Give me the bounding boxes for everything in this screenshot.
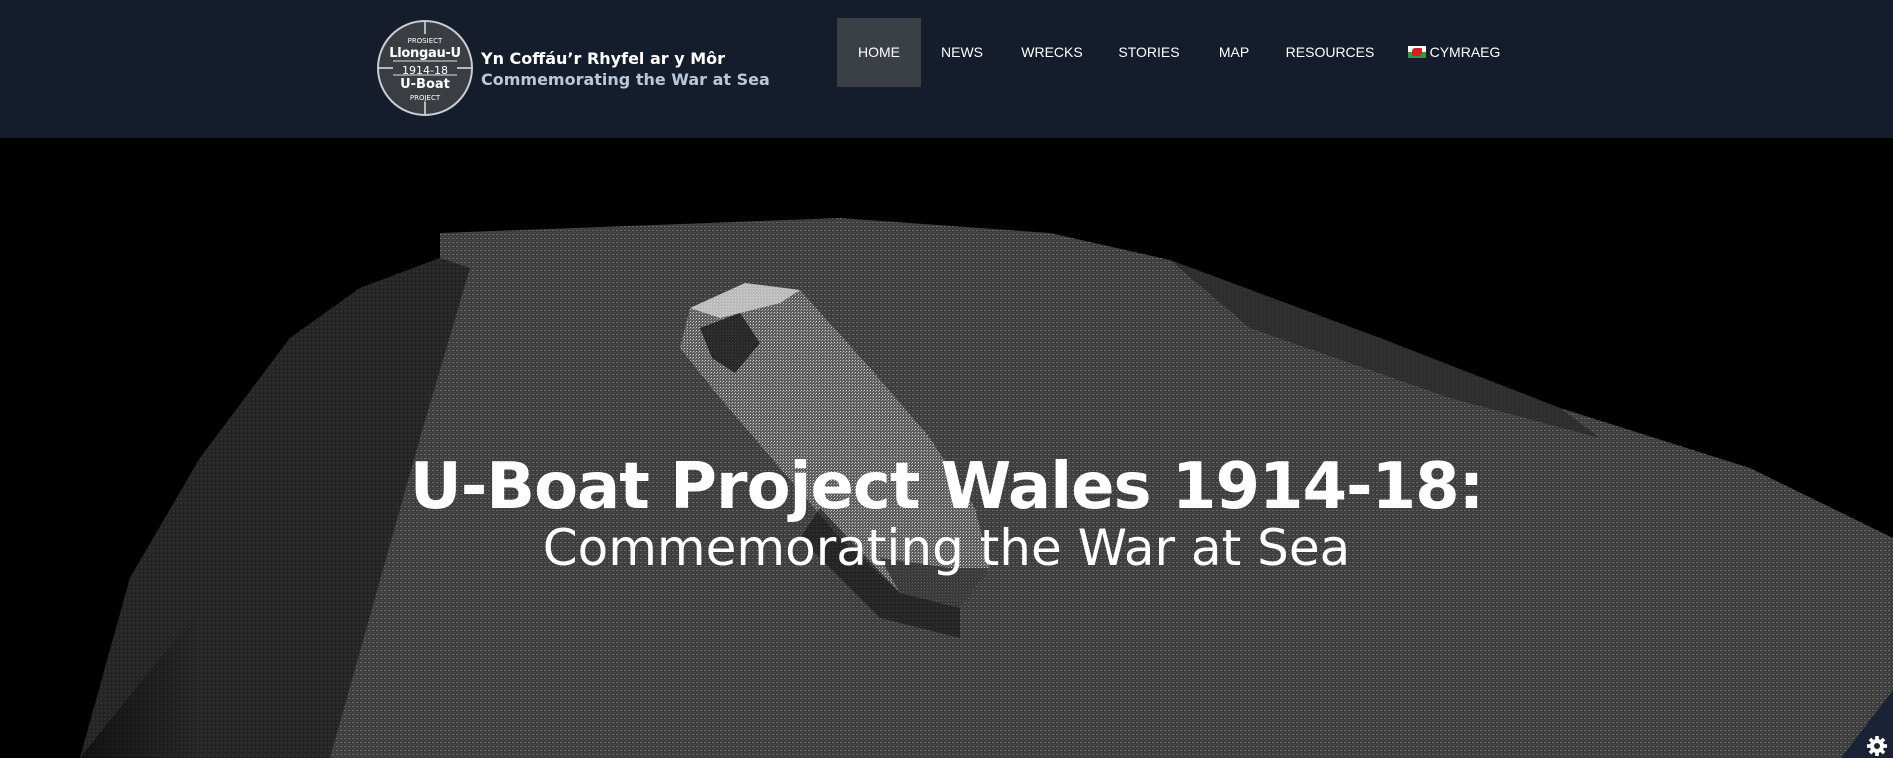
nav-label-wrecks: WRECKS [1021, 44, 1083, 60]
nav-label-home: HOME [858, 44, 900, 60]
nav-item-stories[interactable]: STORIES [1109, 18, 1189, 87]
nav-label-news: NEWS [941, 44, 983, 60]
nav-item-resources[interactable]: RESOURCES [1280, 18, 1380, 87]
cookie-settings-button[interactable] [1841, 690, 1893, 758]
site-header: PROSIECT Llongau-U 1914-18 U-Boat PROJEC… [0, 0, 1893, 138]
nav-label-stories: STORIES [1118, 44, 1180, 60]
gear-icon [1841, 690, 1893, 758]
nav-label-resources: RESOURCES [1285, 44, 1375, 60]
nav-label-map: MAP [1218, 44, 1250, 60]
nav-item-wrecks[interactable]: WRECKS [1012, 18, 1092, 87]
nav-label-cymraeg: CYMRAEG [1429, 44, 1501, 60]
hero-banner: U-Boat Project Wales 1914-18: Commemorat… [0, 138, 1893, 758]
main-nav: HOME NEWS WRECKS STORIES MAP RESOURCES C… [0, 0, 1893, 138]
seabed-scan-image [80, 218, 1893, 758]
welsh-flag-icon [1407, 46, 1426, 58]
nav-item-map[interactable]: MAP [1206, 18, 1262, 87]
hero-subtitle: Commemorating the War at Sea [542, 519, 1351, 577]
nav-item-news[interactable]: NEWS [925, 18, 999, 87]
nav-item-cymraeg[interactable]: CYMRAEG [1404, 18, 1504, 87]
hero-title: U-Boat Project Wales 1914-18: [409, 450, 1485, 524]
nav-item-home[interactable]: HOME [837, 18, 921, 87]
